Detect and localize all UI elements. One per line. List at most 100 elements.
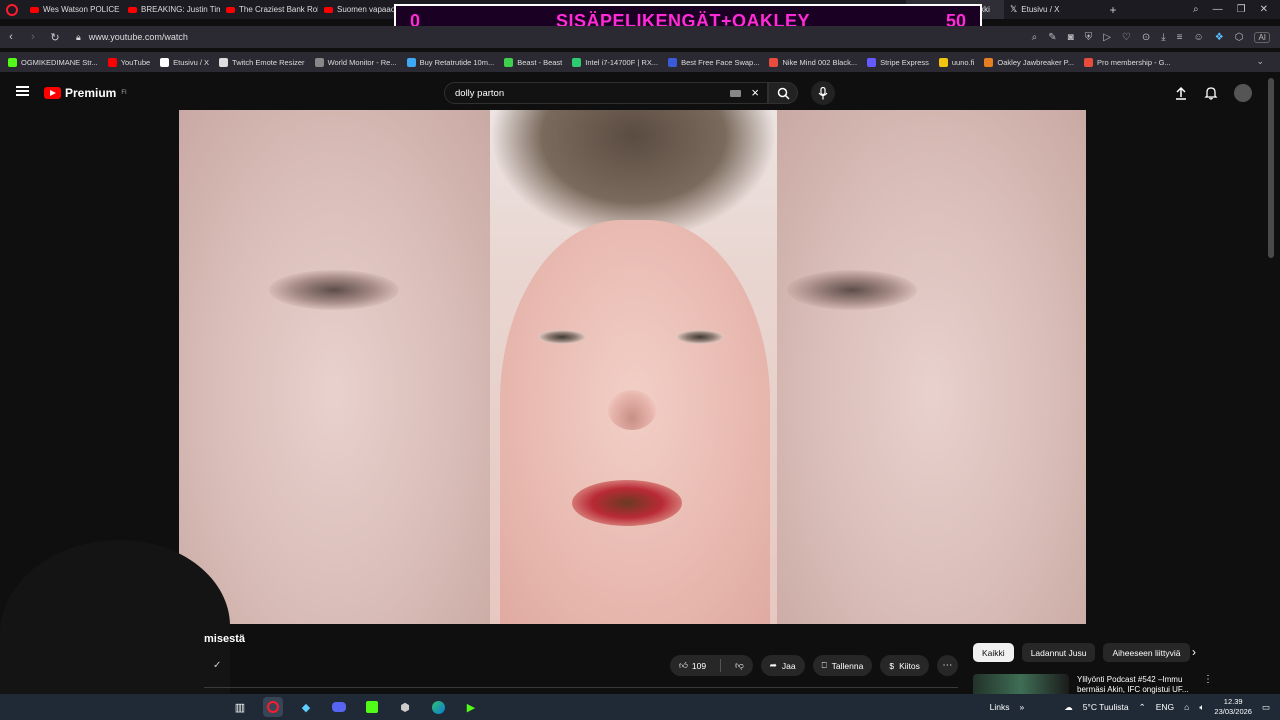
more-actions-icon[interactable]: ⋯	[936, 655, 958, 676]
volume-icon[interactable]: 🔈︎	[1199, 702, 1204, 713]
restore-icon[interactable]: ❐	[1237, 4, 1246, 15]
youtube-favicon-icon	[30, 6, 39, 13]
left-eye	[538, 330, 586, 344]
cube-icon[interactable]: ⬡	[1235, 32, 1244, 43]
player-icon[interactable]: ▷	[1103, 32, 1111, 43]
save-button[interactable]: ⎕ Tallenna	[812, 655, 873, 676]
notifications-icon[interactable]: ▭	[1262, 702, 1270, 713]
dislike-button[interactable]: 👎︎	[726, 655, 753, 676]
bookmark-item[interactable]: Beast - Beast	[504, 57, 562, 67]
thanks-button[interactable]: $ Kiitos	[880, 655, 929, 676]
recommended-more-icon[interactable]: ⋮	[1203, 674, 1213, 685]
bookmark-item[interactable]: Best Free Face Swap...	[668, 57, 759, 67]
bookmark-item[interactable]: Oakley Jawbreaker P...	[984, 57, 1074, 67]
opera-taskbar-icon[interactable]	[263, 697, 283, 717]
pencil-icon[interactable]: ✓	[213, 660, 221, 671]
language-indicator[interactable]: ENG	[1156, 702, 1174, 712]
kodi-icon[interactable]: ◆	[296, 697, 316, 717]
opera-logo-icon[interactable]	[6, 3, 18, 16]
extension-icon[interactable]: ❖	[1215, 32, 1224, 43]
task-view-icon[interactable]: ▥	[230, 697, 250, 717]
play-app-icon[interactable]: ▶	[461, 697, 481, 717]
bookmark-item[interactable]: World Monitor - Re...	[314, 57, 397, 67]
bookmark-item[interactable]: uuno.fi	[938, 57, 975, 67]
keyboard-icon[interactable]	[730, 90, 741, 97]
bookmark-item[interactable]: Pro membership - G...	[1083, 57, 1171, 67]
youtube-premium-logo[interactable]: Premium FI	[44, 86, 127, 100]
like-count: 109	[691, 660, 707, 671]
notifications-bell-icon[interactable]	[1204, 86, 1218, 100]
weather-icon: ☁	[1064, 701, 1073, 712]
browser-tab[interactable]: The Craziest Bank Rob	[220, 0, 318, 19]
pin-icon[interactable]: ⊙	[1142, 32, 1150, 43]
voice-search-button[interactable]	[811, 81, 835, 105]
upload-icon[interactable]	[1174, 86, 1188, 100]
download-icon[interactable]: ⤓	[1161, 32, 1165, 43]
search-tabs-icon[interactable]: ⌕	[1193, 4, 1199, 15]
bookmark-item[interactable]: Buy Retatrutide 10m...	[406, 57, 494, 67]
hamburger-menu-icon[interactable]	[16, 86, 29, 96]
recommended-video[interactable]: Ylilyönti Podcast #542 –Immu bermäsi Aki…	[973, 674, 1213, 694]
bookmark-item[interactable]: YouTube	[107, 57, 150, 67]
reload-icon[interactable]: ↻	[44, 31, 66, 44]
page-scrollbar[interactable]	[1268, 78, 1274, 258]
clear-search-icon[interactable]: ×	[751, 85, 759, 100]
edge-icon[interactable]	[428, 697, 448, 717]
back-icon[interactable]: ‹	[0, 31, 22, 43]
browser-tab[interactable]: BREAKING: Justin Tim	[122, 0, 220, 19]
bookmark-item[interactable]: OGMIKEDIMANE Str...	[8, 57, 98, 67]
bookmark-label: Stripe Express	[880, 57, 929, 67]
close-window-icon[interactable]: ✕	[1260, 4, 1268, 15]
bookmark-item[interactable]: Etusivu / X	[160, 57, 209, 67]
ai-button[interactable]: AI	[1254, 31, 1270, 43]
app-icon[interactable]: ⬢	[395, 697, 415, 717]
tray-expand-icon[interactable]: ⌃	[1139, 702, 1146, 713]
bookmark-favicon-icon	[406, 57, 416, 67]
clock[interactable]: 12.39 23/03/2026	[1214, 697, 1252, 717]
recommended-title[interactable]: Ylilyönti Podcast #542 –Immu bermäsi Aki…	[1077, 675, 1189, 695]
minimize-icon[interactable]: —	[1213, 4, 1223, 15]
search-input[interactable]: dolly parton ×	[444, 82, 768, 104]
search-button[interactable]	[768, 82, 798, 104]
discord-icon[interactable]	[329, 697, 349, 717]
bookmark-label: Oakley Jawbreaker P...	[997, 57, 1074, 67]
edit-icon[interactable]: ✎	[1048, 32, 1056, 43]
search-query: dolly parton	[455, 87, 505, 99]
video-actions: 👍︎ 109 👎︎ ➦ Jaa ⎕ Tallenna $ Kiitos ⋯	[670, 655, 958, 676]
filter-chips: Kaikki Ladannut Jusu Aiheeseen liittyviä	[973, 643, 1190, 662]
video-player[interactable]	[179, 110, 1086, 624]
links-label[interactable]: Links	[990, 702, 1010, 712]
search-page-icon[interactable]: ⌕	[1032, 32, 1038, 43]
camera-icon[interactable]: ◙	[1068, 32, 1074, 43]
chevron-right-icon[interactable]: ›	[1192, 645, 1196, 659]
bookmark-item[interactable]: Stripe Express	[867, 57, 929, 67]
profile-icon[interactable]: ☺	[1194, 32, 1204, 43]
bookmark-item[interactable]: Intel i7-14700F | RX...	[572, 57, 658, 67]
filter-chip[interactable]: Kaikki	[973, 643, 1014, 662]
shield-icon[interactable]: ⛨	[1085, 32, 1093, 43]
chevron-icon[interactable]: »	[1019, 702, 1024, 712]
bookmark-favicon-icon	[314, 57, 324, 67]
bookmark-item[interactable]: Nike Mind 002 Black...	[769, 57, 857, 67]
recommended-thumbnail[interactable]	[973, 674, 1069, 694]
account-avatar[interactable]	[1234, 84, 1252, 102]
search-icon	[777, 87, 790, 100]
forward-icon[interactable]: ›	[22, 31, 44, 43]
new-tab-plus-icon[interactable]: +	[1104, 3, 1122, 17]
bookmarks-more-icon[interactable]: ⌄	[1256, 56, 1264, 67]
weather-text[interactable]: 5°C Tuulista	[1083, 702, 1129, 712]
url-field[interactable]: 🔒︎ www.youtube.com/watch	[76, 32, 188, 43]
bookmark-label: uuno.fi	[951, 57, 975, 67]
share-button[interactable]: ➦ Jaa	[760, 655, 805, 676]
browser-tab[interactable]: 𝕏 Etusivu / X	[1004, 0, 1104, 19]
bookmark-item[interactable]: Twitch Emote Resizer	[219, 57, 305, 67]
browser-tab[interactable]: Wes Watson POLICE R	[24, 0, 122, 19]
filter-chip[interactable]: Aiheeseen liittyviä	[1103, 643, 1190, 662]
menu-icon[interactable]: ≡	[1177, 32, 1183, 43]
like-button[interactable]: 👍︎ 109	[670, 655, 715, 676]
filter-chip[interactable]: Ladannut Jusu	[1021, 643, 1096, 662]
like-divider	[720, 659, 722, 672]
network-icon[interactable]: ⌂	[1184, 702, 1189, 712]
heart-icon[interactable]: ♡	[1122, 32, 1131, 43]
kick-icon[interactable]	[362, 697, 382, 717]
